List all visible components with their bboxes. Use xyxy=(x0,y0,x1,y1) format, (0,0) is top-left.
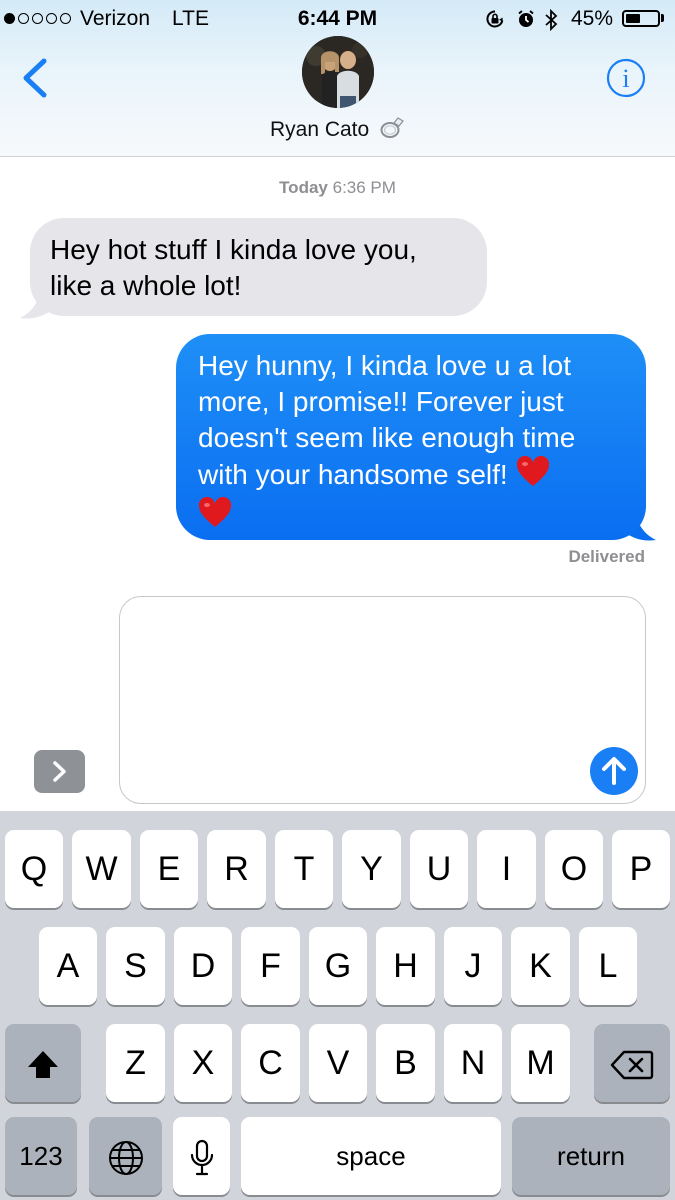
key-m[interactable]: M xyxy=(511,1024,570,1102)
numbers-key[interactable]: 123 xyxy=(5,1117,77,1195)
orientation-lock-icon xyxy=(485,9,505,35)
key-e[interactable]: E xyxy=(140,830,198,908)
bluetooth-icon xyxy=(543,8,559,37)
ring-icon xyxy=(379,114,405,146)
key-r[interactable]: R xyxy=(207,830,266,908)
battery-level-fill xyxy=(626,14,640,23)
incoming-message-line: Hey hot stuff I kinda love you, xyxy=(50,234,417,265)
globe-icon xyxy=(108,1141,143,1176)
incoming-message-bubble[interactable]: Hey hot stuff I kinda love you, like a w… xyxy=(30,218,487,316)
globe-key[interactable] xyxy=(89,1117,162,1195)
key-o[interactable]: O xyxy=(545,830,603,908)
space-key[interactable]: space xyxy=(241,1117,501,1195)
avatar-photo xyxy=(302,36,374,108)
key-n[interactable]: N xyxy=(444,1024,502,1102)
battery-icon xyxy=(622,10,660,27)
return-key[interactable]: return xyxy=(512,1117,670,1195)
delete-icon xyxy=(610,1050,654,1080)
alarm-icon xyxy=(516,9,536,35)
status-bar: Verizon LTE 6:44 PM 45% xyxy=(0,0,675,38)
keyboard: Q W E R T Y U I O P A S D F G H J K L Z … xyxy=(0,811,675,1200)
red-heart-emoji xyxy=(516,455,550,497)
conversation-header: Verizon LTE 6:44 PM 45% Ryan Cato i xyxy=(0,0,675,157)
key-s[interactable]: S xyxy=(106,927,165,1005)
microphone-icon xyxy=(190,1139,213,1176)
key-v[interactable]: V xyxy=(309,1024,367,1102)
expand-apps-button[interactable] xyxy=(34,750,85,793)
key-w[interactable]: W xyxy=(72,830,131,908)
key-a[interactable]: A xyxy=(39,927,97,1005)
contact-name-button[interactable]: Ryan Cato xyxy=(0,114,675,146)
info-button[interactable]: i xyxy=(606,58,646,98)
key-y[interactable]: Y xyxy=(342,830,401,908)
incoming-message-line: like a whole lot! xyxy=(50,270,242,301)
key-l[interactable]: L xyxy=(579,927,637,1005)
message-timestamp: Today 6:36 PM xyxy=(0,178,675,198)
key-i[interactable]: I xyxy=(477,830,536,908)
delivery-status: Delivered xyxy=(568,547,645,566)
battery-percent: 45% xyxy=(571,7,614,30)
message-input[interactable] xyxy=(119,596,646,804)
key-p[interactable]: P xyxy=(612,830,670,908)
shift-icon xyxy=(28,1051,58,1079)
outgoing-message-line: Hey hunny, I kinda love u a lot xyxy=(198,350,572,381)
key-j[interactable]: J xyxy=(444,927,502,1005)
red-heart-emoji xyxy=(198,496,232,538)
key-k[interactable]: K xyxy=(511,927,570,1005)
contact-avatar[interactable] xyxy=(302,36,374,108)
timestamp-time: 6:36 PM xyxy=(332,178,396,197)
battery-cap xyxy=(661,14,664,22)
key-u[interactable]: U xyxy=(410,830,468,908)
key-q[interactable]: Q xyxy=(5,830,63,908)
dictation-key[interactable] xyxy=(173,1117,230,1195)
key-d[interactable]: D xyxy=(174,927,232,1005)
outgoing-message-line: with your handsome self! xyxy=(198,459,508,490)
outgoing-message-bubble[interactable]: Hey hunny, I kinda love u a lot more, I … xyxy=(176,334,646,540)
key-t[interactable]: T xyxy=(275,830,333,908)
chevron-left-icon xyxy=(23,58,47,98)
arrow-up-icon xyxy=(602,757,626,785)
key-z[interactable]: Z xyxy=(106,1024,165,1102)
key-c[interactable]: C xyxy=(241,1024,300,1102)
key-b[interactable]: B xyxy=(376,1024,435,1102)
outgoing-message-line: more, I promise!! Forever just xyxy=(198,386,564,417)
key-x[interactable]: X xyxy=(174,1024,232,1102)
delete-key[interactable] xyxy=(594,1024,670,1102)
back-button[interactable] xyxy=(18,56,54,100)
shift-key[interactable] xyxy=(5,1024,81,1102)
key-h[interactable]: H xyxy=(376,927,435,1005)
contact-name: Ryan Cato xyxy=(269,118,370,141)
svg-text:i: i xyxy=(622,64,629,93)
info-icon: i xyxy=(606,58,646,98)
chevron-right-icon xyxy=(53,761,66,782)
key-g[interactable]: G xyxy=(309,927,367,1005)
timestamp-day: Today xyxy=(279,178,328,197)
send-button[interactable] xyxy=(590,747,638,795)
outgoing-message-line: doesn't seem like enough time xyxy=(198,422,576,453)
key-f[interactable]: F xyxy=(241,927,300,1005)
